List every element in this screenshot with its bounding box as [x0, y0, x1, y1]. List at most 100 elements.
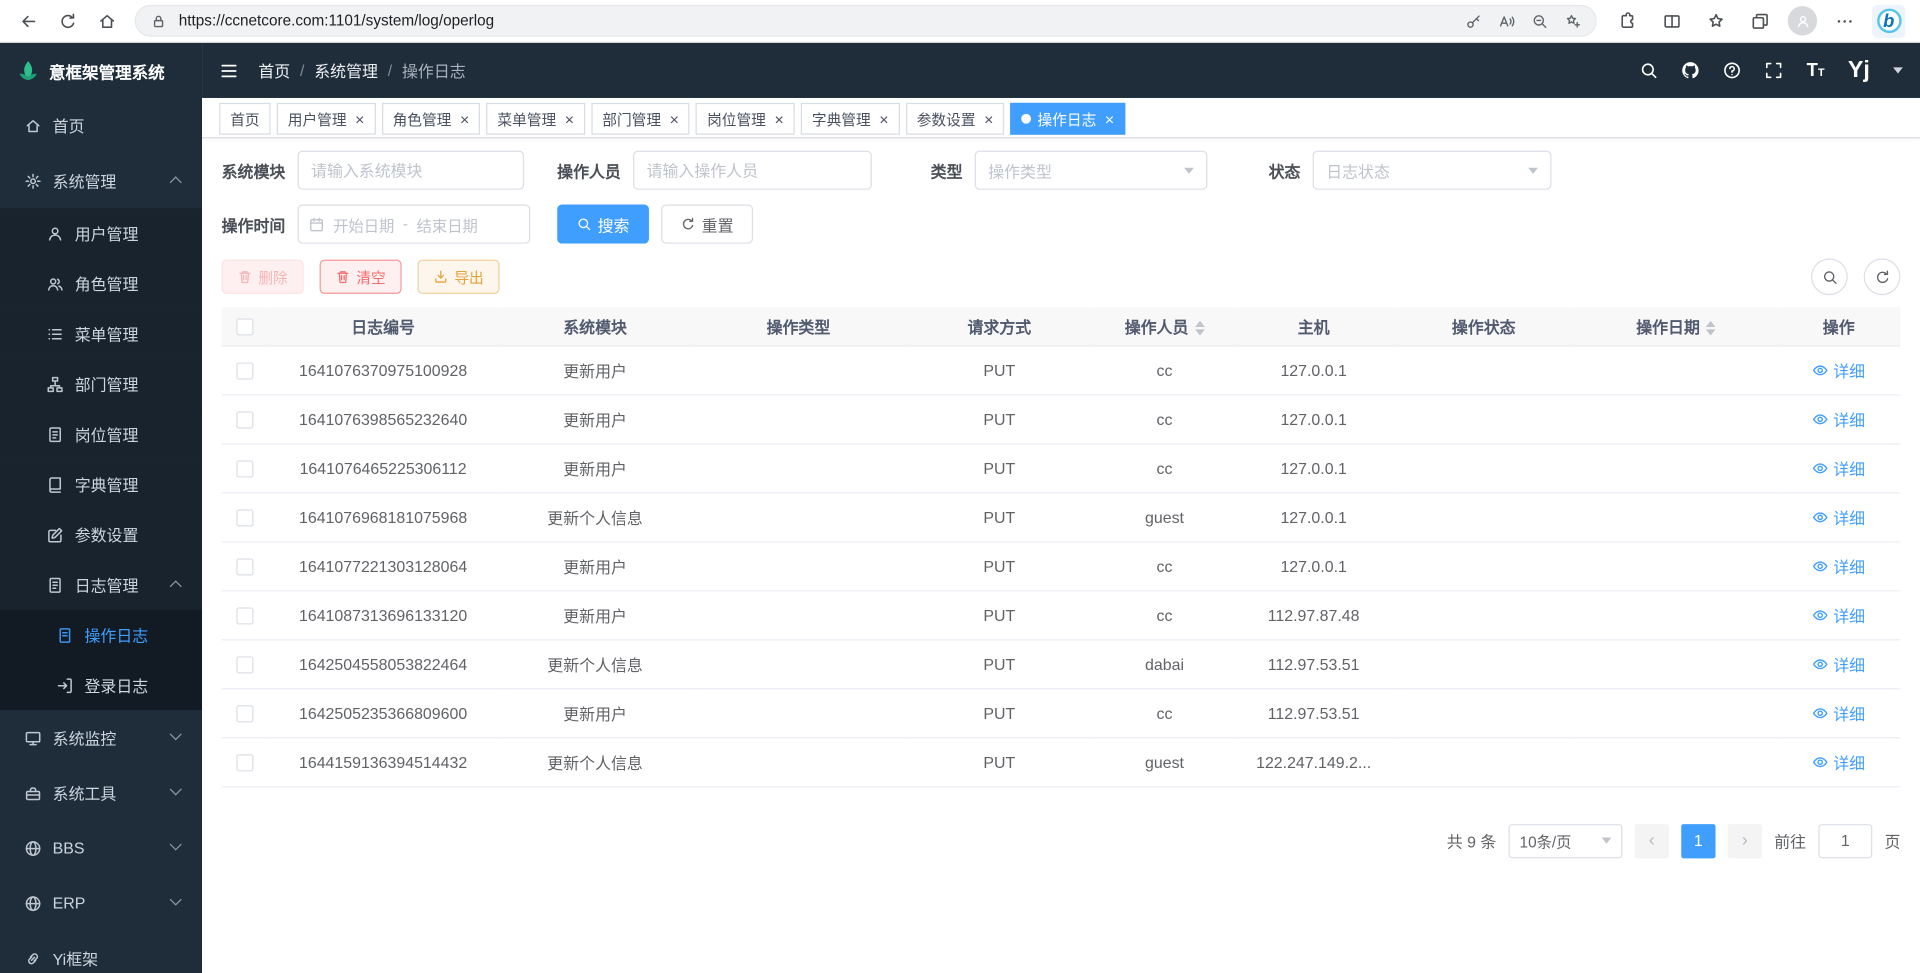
app-logo[interactable]: 意框架管理系统: [0, 43, 202, 98]
row-checkbox[interactable]: [236, 411, 253, 428]
prev-page-button[interactable]: ‹: [1635, 823, 1669, 857]
sidebar-item-menu-manage[interactable]: 菜单管理: [0, 309, 202, 359]
help-icon[interactable]: [1723, 61, 1741, 79]
page-size-select[interactable]: 10条/页: [1509, 823, 1623, 857]
extension-icon[interactable]: [1611, 4, 1644, 37]
reset-button[interactable]: 重置: [661, 204, 753, 243]
favorite-add-icon[interactable]: [1565, 13, 1581, 29]
home-icon[interactable]: [88, 4, 125, 38]
sidebar-item-dict-manage[interactable]: 字典管理: [0, 459, 202, 509]
column-header[interactable]: 操作人员: [1094, 307, 1235, 345]
sidebar-item-system-manage[interactable]: 系统管理: [0, 153, 202, 208]
row-checkbox[interactable]: [236, 509, 253, 526]
tab-menu-manage[interactable]: 菜单管理×: [486, 103, 585, 135]
page-number-button[interactable]: 1: [1681, 823, 1715, 857]
search-icon[interactable]: [1640, 61, 1658, 79]
clear-button[interactable]: 清空: [320, 260, 402, 294]
profile-avatar-icon[interactable]: [1788, 6, 1817, 35]
export-button[interactable]: 导出: [418, 260, 500, 294]
collections-icon[interactable]: [1744, 4, 1777, 37]
search-button[interactable]: 搜索: [557, 204, 649, 243]
back-icon[interactable]: [10, 4, 47, 38]
next-page-button[interactable]: ›: [1728, 823, 1762, 857]
tab-param-setting[interactable]: 参数设置×: [906, 103, 1005, 135]
fullscreen-icon[interactable]: [1765, 61, 1783, 79]
row-checkbox[interactable]: [236, 705, 253, 722]
select-all-checkbox[interactable]: [236, 318, 253, 335]
toggle-search-button[interactable]: [1811, 258, 1848, 295]
address-bar[interactable]: https://ccnetcore.com:1101/system/log/op…: [135, 5, 1597, 37]
sidebar-item-user-manage[interactable]: 用户管理: [0, 208, 202, 258]
tab-close-icon[interactable]: ×: [879, 111, 888, 127]
breadcrumb-item[interactable]: 系统管理: [314, 59, 378, 82]
row-checkbox[interactable]: [236, 558, 253, 575]
column-header[interactable]: 操作日期: [1575, 307, 1777, 345]
sidebar-item-bbs[interactable]: BBS: [0, 820, 202, 875]
goto-page-input[interactable]: [1818, 823, 1872, 857]
sidebar-item-post-manage[interactable]: 岗位管理: [0, 409, 202, 459]
date-range-picker[interactable]: 开始日期 - 结束日期: [298, 204, 531, 243]
operator-input[interactable]: [633, 151, 872, 190]
detail-link[interactable]: 详细: [1812, 358, 1865, 381]
row-checkbox[interactable]: [236, 460, 253, 477]
module-input[interactable]: [298, 151, 525, 190]
tab-close-icon[interactable]: ×: [565, 111, 574, 127]
sort-carets-icon[interactable]: [1706, 321, 1716, 336]
sidebar-item-home[interactable]: 首页: [0, 98, 202, 153]
sidebar-item-param-setting[interactable]: 参数设置: [0, 509, 202, 559]
chevron-down-icon[interactable]: [1893, 67, 1903, 73]
detail-link[interactable]: 详细: [1812, 652, 1865, 675]
detail-link[interactable]: 详细: [1812, 603, 1865, 626]
breadcrumb-item[interactable]: 首页: [258, 59, 290, 82]
github-icon[interactable]: [1682, 61, 1700, 79]
tab-close-icon[interactable]: ×: [460, 111, 469, 127]
type-select[interactable]: 操作类型: [975, 151, 1208, 190]
tab-close-icon[interactable]: ×: [1105, 111, 1114, 127]
tab-dict-manage[interactable]: 字典管理×: [801, 103, 900, 135]
tab-user-manage[interactable]: 用户管理×: [277, 103, 376, 135]
lock-icon[interactable]: [151, 13, 167, 29]
more-icon[interactable]: [1828, 4, 1861, 37]
status-select[interactable]: 日志状态: [1313, 151, 1552, 190]
sidebar-item-oper-log[interactable]: 操作日志: [0, 610, 202, 660]
sort-carets-icon[interactable]: [1195, 321, 1205, 336]
tab-home[interactable]: 首页: [219, 103, 270, 135]
tab-post-manage[interactable]: 岗位管理×: [696, 103, 795, 135]
favorites-bar-icon[interactable]: [1700, 4, 1733, 37]
zoom-out-icon[interactable]: [1532, 13, 1548, 29]
tab-close-icon[interactable]: ×: [984, 111, 993, 127]
read-aloud-icon[interactable]: [1499, 13, 1515, 29]
sidebar-item-erp[interactable]: ERP: [0, 876, 202, 931]
detail-link[interactable]: 详细: [1812, 456, 1865, 479]
sidebar-item-role-manage[interactable]: 角色管理: [0, 258, 202, 308]
row-checkbox[interactable]: [236, 656, 253, 673]
tab-oper-log[interactable]: 操作日志×: [1011, 103, 1126, 135]
tab-close-icon[interactable]: ×: [774, 111, 783, 127]
delete-button[interactable]: 删除: [222, 260, 304, 294]
refresh-table-button[interactable]: [1864, 258, 1901, 295]
detail-link[interactable]: 详细: [1812, 407, 1865, 430]
tab-dept-manage[interactable]: 部门管理×: [591, 103, 690, 135]
sidebar-item-system-monitor[interactable]: 系统监控: [0, 710, 202, 765]
key-icon[interactable]: [1466, 13, 1482, 29]
tab-role-manage[interactable]: 角色管理×: [382, 103, 481, 135]
split-screen-icon[interactable]: [1656, 4, 1689, 37]
user-logo[interactable]: Yj: [1848, 57, 1870, 84]
row-checkbox[interactable]: [236, 607, 253, 624]
sidebar-item-login-log[interactable]: 登录日志: [0, 660, 202, 710]
font-size-icon[interactable]: TT: [1807, 60, 1825, 81]
url-text[interactable]: https://ccnetcore.com:1101/system/log/op…: [179, 12, 1454, 29]
sidebar-item-yi-framework[interactable]: Yi框架: [0, 931, 202, 973]
detail-link[interactable]: 详细: [1812, 750, 1865, 773]
bing-icon[interactable]: b: [1872, 4, 1905, 37]
hamburger-icon[interactable]: [219, 61, 239, 81]
sidebar-item-dept-manage[interactable]: 部门管理: [0, 359, 202, 409]
sidebar-item-system-tool[interactable]: 系统工具: [0, 765, 202, 820]
row-checkbox[interactable]: [236, 754, 253, 771]
row-checkbox[interactable]: [236, 362, 253, 379]
tab-close-icon[interactable]: ×: [355, 111, 364, 127]
reload-icon[interactable]: [49, 4, 86, 38]
tab-close-icon[interactable]: ×: [670, 111, 679, 127]
detail-link[interactable]: 详细: [1812, 701, 1865, 724]
sidebar-item-log-manage[interactable]: 日志管理: [0, 560, 202, 610]
